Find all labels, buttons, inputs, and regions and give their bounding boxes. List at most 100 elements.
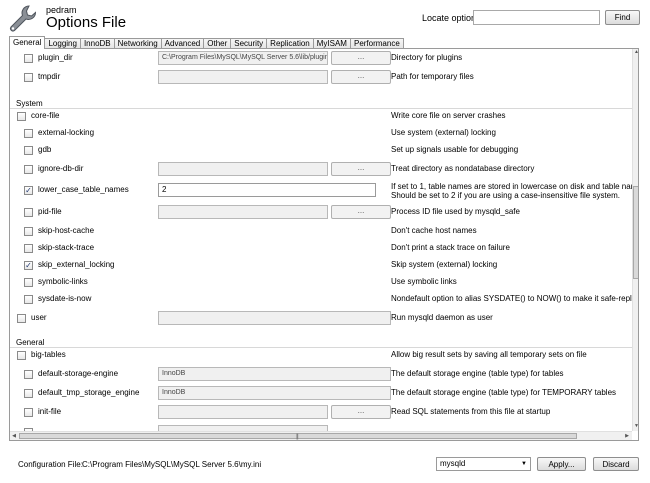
scroll-left-arrow-icon[interactable]: ◀: [10, 432, 18, 440]
option-row-user: user Run mysqld daemon as user: [10, 310, 632, 327]
core-file-label: core-file: [31, 111, 60, 120]
core-file-description: Write core file on server crashes: [391, 111, 506, 120]
init-file-label: init-file: [38, 407, 62, 416]
default-storage-engine-field[interactable]: InnoDB: [158, 367, 391, 381]
option-row-gdb: gdb Set up signals usable for debugging: [10, 142, 632, 159]
plugin-dir-checkbox[interactable]: [24, 54, 33, 63]
init-file-description: Read SQL statements from this file at st…: [391, 407, 551, 416]
vertical-scrollbar[interactable]: ▲ ▼: [632, 49, 638, 431]
pid-file-description: Process ID file used by mysqld_safe: [391, 207, 520, 216]
tmpdir-checkbox[interactable]: [24, 73, 33, 82]
tmpdir-browse-button[interactable]: ...: [331, 70, 391, 84]
option-group-select[interactable]: mysqld ▼: [436, 457, 531, 471]
plugin-dir-field[interactable]: C:\Program Files\MySQL\MySQL Server 5.6\…: [158, 51, 328, 65]
skip-host-cache-checkbox[interactable]: [24, 227, 33, 236]
init-file-browse-button[interactable]: ...: [331, 405, 391, 419]
option-row-big-tables: big-tables Allow big result sets by savi…: [10, 347, 632, 364]
sysdate-is-now-label: sysdate-is-now: [38, 294, 92, 303]
tmpdir-field[interactable]: [158, 70, 328, 84]
plugin-dir-browse-button[interactable]: ...: [331, 51, 391, 65]
ignore-db-dir-field[interactable]: [158, 162, 328, 176]
skip-stack-trace-label: skip-stack-trace: [38, 243, 95, 252]
pid-file-label: pid-file: [38, 207, 62, 216]
lower-case-table-names-description-line2: Should be set to 2 if you are using a ca…: [391, 191, 621, 200]
gdb-checkbox[interactable]: [24, 146, 33, 155]
default-tmp-storage-engine-checkbox[interactable]: [24, 389, 33, 398]
lower-case-table-names-description-line1: If set to 1, table names are stored in l…: [391, 182, 632, 191]
default-storage-engine-checkbox[interactable]: [24, 370, 33, 379]
ignore-db-dir-description: Treat directory as nondatabase directory: [391, 164, 535, 173]
default-tmp-storage-engine-field[interactable]: InnoDB: [158, 386, 391, 400]
footer: Configuration File: C:\Program Files\MyS…: [0, 441, 650, 483]
locate-option-input[interactable]: [473, 10, 600, 25]
tmpdir-description: Path for temporary files: [391, 72, 474, 81]
header: pedram Options File Locate option: Find: [0, 0, 650, 36]
pid-file-browse-button[interactable]: ...: [331, 205, 391, 219]
scroll-right-arrow-icon[interactable]: ▶: [623, 432, 631, 440]
chevron-down-icon: ▼: [521, 461, 527, 467]
option-row-default-storage-engine: default-storage-engine InnoDB The defaul…: [10, 366, 632, 383]
gdb-description: Set up signals usable for debugging: [391, 145, 519, 154]
pid-file-checkbox[interactable]: [24, 208, 33, 217]
option-row-default-tmp-storage-engine: default_tmp_storage_engine InnoDB The de…: [10, 385, 632, 402]
big-tables-checkbox[interactable]: [17, 351, 26, 360]
apply-button[interactable]: Apply...: [537, 457, 586, 471]
skip-external-locking-checkbox[interactable]: ✓: [24, 261, 33, 270]
external-locking-checkbox[interactable]: [24, 129, 33, 138]
default-tmp-storage-engine-description: The default storage engine (table type) …: [391, 388, 617, 397]
options-panel: plugin_dir C:\Program Files\MySQL\MySQL …: [9, 48, 639, 441]
horizontal-scroll-thumb[interactable]: |||: [19, 433, 577, 440]
big-tables-description: Allow big result sets by saving all temp…: [391, 350, 587, 359]
default-storage-engine-label: default-storage-engine: [38, 369, 119, 378]
option-row-skip-external-locking: ✓ skip_external_locking Skip system (ext…: [10, 257, 632, 274]
lower-case-table-names-description: If set to 1, table names are stored in l…: [391, 182, 632, 200]
external-locking-description: Use system (external) locking: [391, 128, 496, 137]
symbolic-links-description: Use symbolic links: [391, 277, 457, 286]
configuration-file-path: C:\Program Files\MySQL\MySQL Server 5.6\…: [82, 460, 262, 469]
section-system-label: System: [16, 99, 43, 108]
option-row-lower-case-table-names: ✓ lower_case_table_names 2 If set to 1, …: [10, 182, 632, 202]
external-locking-label: external-locking: [38, 128, 95, 137]
option-row-external-locking: external-locking Use system (external) l…: [10, 125, 632, 142]
lower-case-table-names-checkbox[interactable]: ✓: [24, 186, 33, 195]
find-button[interactable]: Find: [605, 10, 640, 25]
init-file-checkbox[interactable]: [24, 408, 33, 417]
plugin-dir-label: plugin_dir: [38, 53, 73, 62]
default-storage-engine-description: The default storage engine (table type) …: [391, 369, 564, 378]
vertical-scroll-thumb[interactable]: [633, 186, 638, 279]
section-general-label: General: [16, 338, 45, 347]
lower-case-table-names-label: lower_case_table_names: [38, 185, 129, 194]
option-row-pid-file: pid-file ... Process ID file used by mys…: [10, 204, 632, 221]
ignore-db-dir-checkbox[interactable]: [24, 165, 33, 174]
user-field[interactable]: [158, 311, 391, 325]
locate-option-label: Locate option:: [422, 13, 479, 23]
skip-stack-trace-description: Don't print a stack trace on failure: [391, 243, 510, 252]
core-file-checkbox[interactable]: [17, 112, 26, 121]
pid-file-field[interactable]: [158, 205, 328, 219]
default-tmp-storage-engine-label: default_tmp_storage_engine: [38, 388, 140, 397]
plugin-dir-description: Directory for plugins: [391, 53, 463, 62]
scroll-up-arrow-icon[interactable]: ▲: [633, 49, 638, 56]
scroll-grip-icon: |||: [296, 434, 299, 440]
horizontal-scrollbar[interactable]: ◀ ||| ▶: [10, 431, 632, 440]
init-file-field[interactable]: [158, 405, 328, 419]
skip-host-cache-label: skip-host-cache: [38, 226, 95, 235]
lower-case-table-names-field[interactable]: 2: [158, 183, 376, 197]
option-row-init-file: init-file ... Read SQL statements from t…: [10, 404, 632, 421]
user-checkbox[interactable]: [17, 314, 26, 323]
option-row-skip-stack-trace: skip-stack-trace Don't print a stack tra…: [10, 240, 632, 257]
symbolic-links-label: symbolic-links: [38, 277, 88, 286]
option-row-core-file: core-file Write core file on server cras…: [10, 108, 632, 125]
option-row-symbolic-links: symbolic-links Use symbolic links: [10, 274, 632, 291]
tab-general[interactable]: General: [9, 36, 46, 49]
wrench-icon: [10, 5, 37, 32]
ignore-db-dir-browse-button[interactable]: ...: [331, 162, 391, 176]
scroll-down-arrow-icon[interactable]: ▼: [633, 423, 638, 430]
sysdate-is-now-description: Nondefault option to alias SYSDATE() to …: [391, 294, 632, 303]
sysdate-is-now-checkbox[interactable]: [24, 295, 33, 304]
discard-button[interactable]: Discard: [593, 457, 639, 471]
symbolic-links-checkbox[interactable]: [24, 278, 33, 287]
page-title: Options File: [46, 14, 127, 31]
skip-host-cache-description: Don't cache host names: [391, 226, 477, 235]
skip-stack-trace-checkbox[interactable]: [24, 244, 33, 253]
